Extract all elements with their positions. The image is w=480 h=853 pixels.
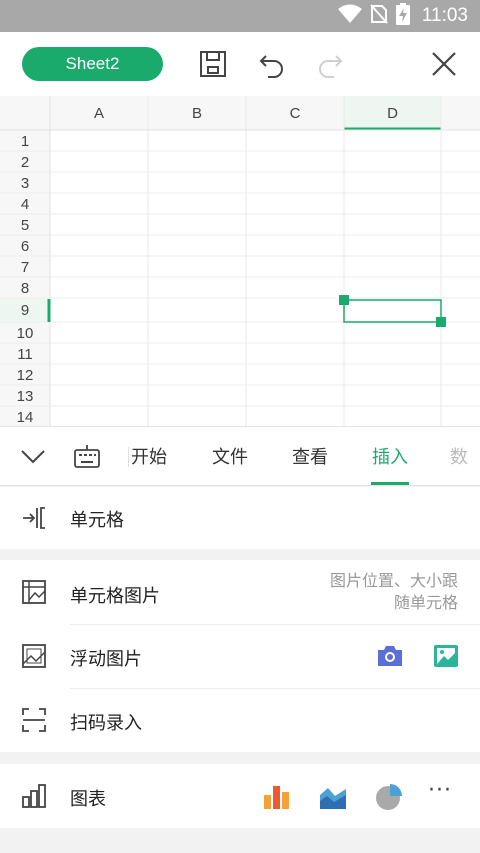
row-header-2[interactable]: 2: [0, 152, 50, 173]
float-image-row[interactable]: 浮动图片: [0, 625, 480, 688]
redo-icon[interactable]: [314, 48, 346, 80]
status-bar: 11:03: [0, 0, 480, 32]
status-time: 11:03: [421, 5, 468, 26]
row-header-9[interactable]: 9: [0, 300, 50, 321]
row-header-7[interactable]: 7: [0, 257, 50, 278]
cell-insert-icon: [20, 504, 48, 532]
tab-start[interactable]: 开始: [131, 427, 186, 485]
row-header-8[interactable]: 8: [0, 278, 50, 299]
float-image-icon: [20, 642, 48, 670]
cell-image-icon: [20, 578, 48, 606]
tab-scroller[interactable]: 开始 文件 查看 插入 数: [130, 427, 480, 485]
chart-row[interactable]: 图表 ···: [0, 764, 480, 828]
float-image-label: 浮动图片: [70, 649, 142, 670]
tab-data[interactable]: 数: [442, 427, 480, 485]
undo-icon[interactable]: [256, 48, 288, 80]
tab-file[interactable]: 文件: [202, 427, 258, 485]
chart-label: 图表: [70, 789, 106, 810]
wifi-icon: [337, 4, 362, 28]
cell-image-hint-line1: 图片位置、大小跟: [329, 571, 458, 590]
scan-entry-row[interactable]: 扫码录入: [0, 689, 480, 752]
tab-start-label: 开始: [131, 447, 167, 468]
column-header-a[interactable]: A: [50, 96, 148, 130]
cell-image-hint: 图片位置、大小跟 随单元格: [330, 570, 458, 614]
row-header-5[interactable]: 5: [0, 215, 50, 236]
active-tab-indicator: [371, 482, 409, 485]
row-header-10[interactable]: 10: [0, 323, 50, 344]
close-icon[interactable]: [428, 48, 460, 80]
sheet-switch-button[interactable]: Sheet2: [22, 47, 163, 81]
cell-image-row[interactable]: 单元格图片 图片位置、大小跟 随单元格: [0, 560, 480, 624]
insert-cell-label: 单元格: [70, 510, 124, 531]
row-header-6[interactable]: 6: [0, 236, 50, 257]
collapse-icon[interactable]: [18, 443, 48, 471]
row-header-12[interactable]: 12: [0, 365, 50, 386]
top-toolbar: Sheet2: [0, 32, 480, 96]
column-header-c[interactable]: C: [246, 96, 344, 130]
scan-entry-label: 扫码录入: [70, 713, 142, 734]
chart-icon: [20, 782, 48, 810]
save-icon[interactable]: [197, 48, 229, 80]
row-header-3[interactable]: 3: [0, 173, 50, 194]
image-group: 单元格图片 图片位置、大小跟 随单元格 浮动图片 扫码录入: [0, 560, 480, 752]
camera-icon[interactable]: [376, 643, 404, 669]
sim-icon: [370, 4, 388, 28]
area-chart-icon[interactable]: [319, 783, 347, 811]
ribbon-tab-bar: 开始 文件 查看 插入 数: [0, 426, 480, 486]
battery-icon: [395, 3, 410, 29]
column-header-d[interactable]: D: [344, 96, 441, 130]
keyboard-icon[interactable]: [72, 443, 102, 471]
pie-chart-icon[interactable]: [375, 783, 403, 811]
bar-chart-icon[interactable]: [263, 783, 291, 811]
row-header-11[interactable]: 11: [0, 344, 50, 365]
row-header-4[interactable]: 4: [0, 194, 50, 215]
tab-view[interactable]: 查看: [282, 427, 338, 485]
row-header-1[interactable]: 1: [0, 131, 50, 152]
cell-image-hint-line2: 随单元格: [393, 593, 458, 612]
cell-image-label: 单元格图片: [70, 586, 160, 607]
tab-separator: [128, 447, 129, 467]
gallery-icon[interactable]: [433, 643, 459, 669]
row-header-14[interactable]: 14: [0, 407, 50, 426]
tab-insert[interactable]: 插入: [362, 427, 418, 485]
more-charts-button[interactable]: ···: [428, 778, 464, 808]
insert-cell-row[interactable]: 单元格: [0, 487, 480, 549]
row-header-13[interactable]: 13: [0, 386, 50, 407]
spreadsheet-grid[interactable]: A B C D 1 2 3 4 5 6 7 8 9 10 11 12 13 14: [0, 96, 480, 426]
scan-icon: [20, 706, 48, 734]
column-header-b[interactable]: B: [148, 96, 246, 130]
